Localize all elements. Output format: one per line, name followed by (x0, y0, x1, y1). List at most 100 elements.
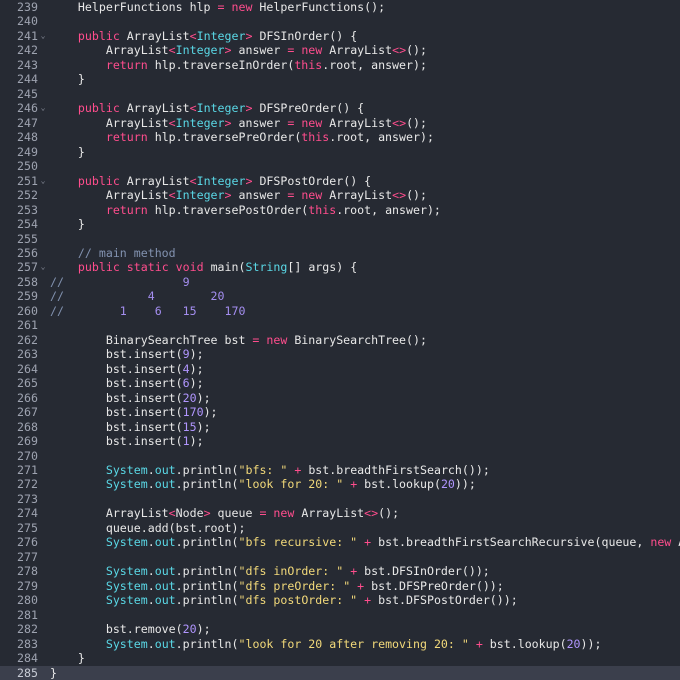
code-line[interactable]: 258 // 9 (0, 275, 680, 289)
code-line[interactable]: 253 return hlp.traversePostOrder(this.ro… (0, 203, 680, 217)
code-token: (); (406, 188, 428, 203)
code-line[interactable]: 250 (0, 159, 680, 173)
code-token: // (50, 303, 64, 318)
code-line[interactable]: 272 System.out.println("look for 20: " +… (0, 477, 680, 491)
code-line[interactable]: 249 } (0, 145, 680, 159)
code-token: bst.DFSPostOrder()); (371, 593, 518, 608)
code-line[interactable]: 260 // 1 6 15 170 (0, 304, 680, 318)
line-number: 245 (17, 86, 38, 101)
code-line[interactable]: 276 System.out.println("bfs recursive: "… (0, 535, 680, 549)
line-number: 278 (17, 564, 38, 579)
code-line[interactable]: 245 (0, 87, 680, 101)
code-token: < (168, 188, 176, 203)
code-line[interactable]: 261 (0, 318, 680, 332)
code-token: .root, answer); (329, 130, 434, 145)
code-token: ArrayList (294, 506, 365, 521)
code-line[interactable]: 243 return hlp.traverseInOrder(this.root… (0, 58, 680, 72)
code-token: .println( (175, 636, 239, 651)
code-token: System (105, 593, 148, 608)
code-line[interactable]: 278 System.out.println("dfs inOrder: " +… (0, 564, 680, 578)
code-line[interactable]: 281 (0, 608, 680, 622)
code-token: > (224, 43, 232, 58)
code-line[interactable]: 284 } (0, 651, 680, 665)
code-token: answer (231, 188, 288, 203)
code-token: ArrayList (50, 115, 169, 130)
line-number: 257 (17, 260, 38, 275)
code-line[interactable]: 252 ArrayList<Integer> answer = new Arra… (0, 188, 680, 202)
chevron-down-icon[interactable]: ⌄ (38, 174, 48, 188)
code-line[interactable]: 242 ArrayList<Integer> answer = new Arra… (0, 43, 680, 57)
code-text: bst.insert(9); (50, 347, 204, 361)
code-token: ArrayList (119, 173, 190, 188)
line-number: 258 (17, 274, 38, 289)
code-token: this (294, 57, 323, 72)
line-gutter: 282 (0, 622, 50, 636)
code-token: .println( (175, 535, 239, 550)
code-line[interactable]: 262 BinarySearchTree bst = new BinarySea… (0, 333, 680, 347)
line-number: 254 (17, 217, 38, 232)
code-text: ArrayList<Integer> answer = new ArrayLis… (50, 188, 427, 202)
chevron-down-icon[interactable]: ⌄ (38, 101, 48, 115)
code-line[interactable]: 255 (0, 232, 680, 246)
code-line[interactable]: 264 bst.insert(4); (0, 362, 680, 376)
code-line[interactable]: 247 ArrayList<Integer> answer = new Arra… (0, 116, 680, 130)
code-token: void (175, 260, 204, 275)
code-line[interactable]: 256 // main method (0, 246, 680, 260)
line-number: 268 (17, 419, 38, 434)
code-token: bst.insert( (50, 419, 183, 434)
code-token: (); (378, 506, 400, 521)
chevron-down-icon[interactable]: ⌄ (38, 29, 48, 43)
code-token: this (308, 202, 337, 217)
code-token: new (266, 332, 288, 347)
code-token: bst.remove( (50, 622, 183, 637)
code-line[interactable]: 266 bst.insert(20); (0, 391, 680, 405)
code-line[interactable]: 285} (0, 665, 680, 680)
code-line[interactable]: 267 bst.insert(170); (0, 405, 680, 419)
code-token: < (189, 173, 197, 188)
code-line[interactable]: 248 return hlp.traversePreOrder(this.roo… (0, 130, 680, 144)
code-line[interactable]: 269 bst.insert(1); (0, 434, 680, 448)
line-number: 272 (17, 477, 38, 492)
code-token: "look for 20: " (238, 477, 344, 492)
code-line[interactable]: 271 System.out.println("bfs: " + bst.bre… (0, 463, 680, 477)
code-line[interactable]: 244 } (0, 72, 680, 86)
code-line[interactable]: 274 ArrayList<Node> queue = new ArrayLis… (0, 506, 680, 520)
line-gutter: 265 (0, 376, 50, 390)
code-line[interactable]: 282 bst.remove(20); (0, 622, 680, 636)
line-gutter: 284 (0, 651, 50, 665)
code-line[interactable]: 259 // 4 20 (0, 289, 680, 303)
code-line[interactable]: 268 bst.insert(15); (0, 420, 680, 434)
code-token: < (189, 28, 197, 43)
code-token: } (50, 144, 85, 159)
line-gutter: 254 (0, 217, 50, 231)
code-line[interactable]: 279 System.out.println("dfs preOrder: " … (0, 579, 680, 593)
code-token: this (301, 130, 330, 145)
code-line[interactable]: 280 System.out.println("dfs postOrder: "… (0, 593, 680, 607)
code-line[interactable]: 240 (0, 14, 680, 28)
code-line[interactable]: 270 (0, 449, 680, 463)
code-line[interactable]: 254 } (0, 217, 680, 231)
code-line[interactable]: 275 queue.add(bst.root); (0, 521, 680, 535)
code-line[interactable]: 251 ⌄ public ArrayList<Integer> DFSPostOr… (0, 174, 680, 188)
code-line[interactable]: 241 ⌄ public ArrayList<Integer> DFSInOrde… (0, 29, 680, 43)
chevron-down-icon[interactable]: ⌄ (38, 260, 48, 274)
code-text: // main method (50, 246, 176, 260)
code-line[interactable]: 273 (0, 492, 680, 506)
code-token: new (231, 0, 253, 14)
code-line[interactable]: 277 (0, 550, 680, 564)
line-number: 247 (17, 115, 38, 130)
code-token: } (50, 651, 85, 666)
code-line[interactable]: 263 bst.insert(9); (0, 347, 680, 361)
code-token: 1 (182, 434, 190, 449)
code-editor[interactable]: 239 HelperFunctions hlp = new HelperFunc… (0, 0, 680, 680)
line-gutter: 248 (0, 130, 50, 144)
line-gutter: 246 ⌄ (0, 101, 50, 115)
code-line[interactable]: 239 HelperFunctions hlp = new HelperFunc… (0, 0, 680, 14)
line-number: 242 (17, 43, 38, 58)
code-token: = (217, 0, 225, 14)
code-line[interactable]: 246 ⌄ public ArrayList<Integer> DFSPreOrd… (0, 101, 680, 115)
code-line[interactable]: 265 bst.insert(6); (0, 376, 680, 390)
code-line[interactable]: 257 ⌄ public static void main(String[] ar… (0, 260, 680, 274)
code-line[interactable]: 283 System.out.println("look for 20 afte… (0, 637, 680, 651)
